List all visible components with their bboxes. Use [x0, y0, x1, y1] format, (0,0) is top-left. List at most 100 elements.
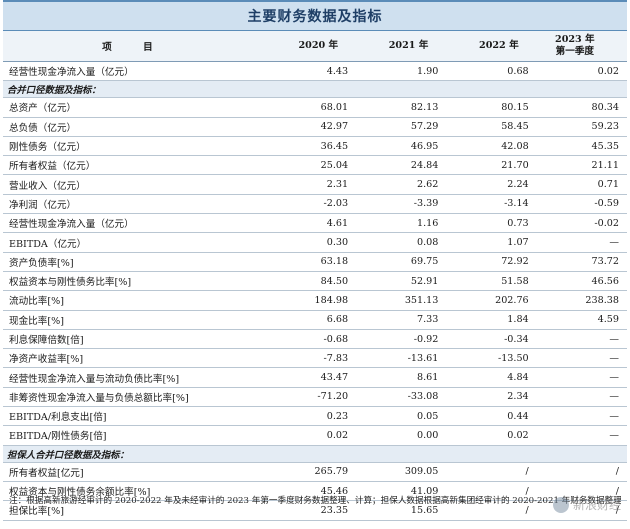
row-value: 72.92 — [446, 251, 537, 272]
row-value: 69.75 — [356, 251, 447, 272]
table-row: 经营性现金净流入量（亿元） 4.61 1.16 0.73 -0.02 — [3, 213, 627, 234]
row-value: — — [536, 232, 627, 253]
row-value: 2.31 — [265, 174, 357, 195]
row-value: -3.14 — [446, 194, 537, 215]
row-value: 24.84 — [356, 155, 447, 176]
row-value: — — [536, 425, 627, 446]
row-label: 资产负债率[%] — [3, 251, 266, 272]
row-value: — — [536, 387, 627, 408]
row-label: 现金比率[%] — [3, 310, 266, 330]
row-value: 0.44 — [446, 406, 537, 427]
footnote: 注：根据高新旅游经审计的 2020-2022 年及未经审计的 2023 年第一季… — [9, 496, 621, 506]
row-label: EBITDA（亿元） — [3, 232, 266, 253]
row-value: -13.61 — [356, 348, 447, 369]
table-row: 利息保障倍数[倍] -0.68 -0.92 -0.34— — [3, 329, 627, 350]
row-value: 52.91 — [356, 271, 447, 292]
header-q-line1: 2023 年 — [555, 34, 595, 45]
row-value: — — [536, 329, 627, 350]
row-value: 6.68 — [265, 310, 357, 330]
row-value: 0.71 — [536, 174, 627, 195]
table-row: 总负债（亿元） 42.97 57.29 58.45 59.23 — [3, 117, 627, 137]
row-label: 权益资本与刚性债务比率[%] — [3, 271, 266, 292]
weibo-logo-icon — [552, 496, 569, 513]
row-value: 2.34 — [446, 387, 537, 408]
table-row: 净利润（亿元） -2.03 -3.39 -3.14 -0.59 — [3, 194, 627, 215]
row-value: 73.72 — [536, 251, 627, 272]
table-row: 经营性现金净流入量（亿元） 4.43 1.90 0.68 0.02 — [3, 61, 627, 82]
row-value: 42.08 — [446, 136, 537, 157]
row-value: -0.59 — [536, 194, 627, 215]
row-value: 4.84 — [446, 367, 537, 388]
row-value: 45.35 — [536, 136, 627, 157]
row-value: 46.95 — [356, 136, 447, 157]
row-value: -3.39 — [356, 194, 447, 215]
table-row: 经营性现金净流入量与流动负债比率[%] 43.47 8.61 4.84— — [3, 367, 627, 388]
row-value: -0.68 — [265, 329, 357, 350]
row-value: 265.79 — [265, 462, 357, 482]
row-value: -71.20 — [265, 387, 357, 408]
row-value: -7.83 — [265, 348, 357, 369]
row-value: 4.59 — [536, 310, 627, 330]
table-row: EBITDA（亿元） 0.30 0.08 1.07— — [3, 232, 627, 253]
row-value: 42.97 — [265, 117, 357, 137]
row-value: 7.33 — [356, 310, 447, 330]
row-value: 57.29 — [356, 117, 447, 137]
row-value: 68.01 — [265, 97, 357, 118]
table-row: 净资产收益率[%] -7.83 -13.61 -13.50— — [3, 348, 627, 369]
row-value: 4.61 — [265, 213, 357, 234]
table-row: 总资产（亿元） 68.01 82.13 80.15 80.34 — [3, 97, 627, 118]
row-value: 63.18 — [265, 251, 357, 272]
table-row: 权益资本与刚性债务比率[%] 84.50 52.91 51.58 46.56 — [3, 271, 627, 292]
row-value: 0.02 — [265, 425, 357, 446]
row-value: — — [536, 406, 627, 427]
row-label: 总负债（亿元） — [3, 117, 266, 137]
row-label: 经营性现金净流入量（亿元） — [3, 213, 266, 234]
row-value: 351.13 — [356, 290, 447, 311]
row-value: 43.47 — [265, 367, 357, 388]
row-value: 0.73 — [446, 213, 537, 234]
row-value: 238.38 — [536, 290, 627, 311]
row-value: 2.24 — [446, 174, 537, 195]
table-row: 资产负债率[%] 63.18 69.75 72.92 73.72 — [3, 251, 627, 272]
row-label: 所有者权益[亿元] — [3, 462, 266, 482]
row-value: -0.92 — [356, 329, 447, 350]
table-title: 主要财务数据及指标 — [3, 0, 627, 31]
row-value: 0.08 — [356, 232, 447, 253]
watermark-text: 新浪财经 — [572, 498, 621, 512]
row-label: 经营性现金净流入量（亿元） — [3, 61, 266, 82]
financial-data-sheet: 主要财务数据及指标 项 目 2020 年 2021 年 2022 年 2023 … — [3, 0, 627, 529]
row-label: 净利润（亿元） — [3, 194, 266, 215]
row-value: 184.98 — [265, 290, 357, 311]
row-value: 36.45 — [265, 136, 357, 157]
section-row: 合并口径数据及指标： — [3, 80, 627, 99]
header-year-2020: 2020 年 — [265, 31, 357, 62]
row-value: 0.02 — [536, 61, 627, 82]
row-value: / — [446, 462, 537, 482]
table-row: 所有者权益[亿元] 265.79 309.05// — [3, 462, 627, 482]
table-row: 现金比率[%] 6.68 7.33 1.84 4.59 — [3, 310, 627, 330]
row-value: 4.43 — [265, 61, 357, 82]
row-value: — — [536, 367, 627, 388]
row-value: -33.08 — [356, 387, 447, 408]
row-value: 1.90 — [356, 61, 447, 82]
row-label: 净资产收益率[%] — [3, 348, 266, 369]
section-row: 担保人合并口径数据及指标： — [3, 445, 627, 463]
row-value: — — [536, 348, 627, 369]
row-value: 59.23 — [536, 117, 627, 137]
row-value: -0.34 — [446, 329, 537, 350]
row-value: 0.68 — [446, 61, 537, 82]
watermark: 新浪财经 — [552, 496, 621, 513]
row-value: 46.56 — [536, 271, 627, 292]
row-value: 80.34 — [536, 97, 627, 118]
row-label: 所有者权益（亿元） — [3, 155, 266, 176]
section-heading: 合并口径数据及指标： — [3, 80, 627, 99]
row-label: 利息保障倍数[倍] — [3, 329, 266, 350]
row-value: 1.16 — [356, 213, 447, 234]
header-row: 项 目 2020 年 2021 年 2022 年 2023 年 第一季度 — [3, 31, 627, 62]
row-label: EBITDA/刚性债务[倍] — [3, 425, 266, 446]
section-heading: 担保人合并口径数据及指标： — [3, 445, 627, 463]
row-value: 80.15 — [446, 97, 537, 118]
row-value: 82.13 — [356, 97, 447, 118]
row-value: 0.23 — [265, 406, 357, 427]
row-label: 营业收入（亿元） — [3, 174, 266, 195]
